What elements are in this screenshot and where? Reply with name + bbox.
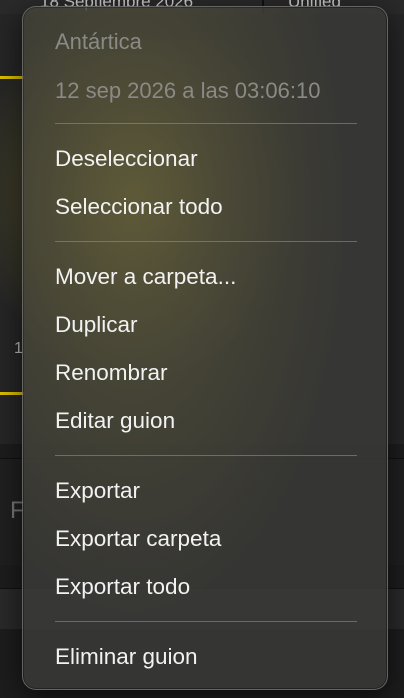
- menu-separator: [55, 123, 357, 124]
- menu-item-delete-script[interactable]: Eliminar guion: [33, 637, 379, 677]
- context-menu: Antártica 12 sep 2026 a las 03:06:10 Des…: [22, 6, 388, 690]
- screen: 18 Septiembre 2026 Unified 1 F Antártica…: [0, 0, 404, 698]
- menu-separator: [55, 455, 357, 456]
- menu-item-export[interactable]: Exportar: [33, 471, 379, 511]
- menu-item-select-all[interactable]: Seleccionar todo: [33, 187, 379, 227]
- menu-item-edit-script[interactable]: Editar guion: [33, 401, 379, 441]
- menu-item-rename[interactable]: Renombrar: [33, 353, 379, 393]
- menu-item-export-all[interactable]: Exportar todo: [33, 567, 379, 607]
- menu-item-deselect[interactable]: Deseleccionar: [33, 139, 379, 179]
- menu-header-location: Antártica: [55, 29, 142, 54]
- menu-item-duplicate[interactable]: Duplicar: [33, 305, 379, 345]
- menu-separator: [55, 241, 357, 242]
- menu-header-timestamp: 12 sep 2026 a las 03:06:10: [55, 78, 321, 103]
- menu-separator: [55, 621, 357, 622]
- background-accent-line-top: [0, 76, 24, 79]
- background-accent-line-bottom: [0, 392, 24, 395]
- menu-item-export-folder[interactable]: Exportar carpeta: [33, 519, 379, 559]
- menu-item-move-to-folder[interactable]: Mover a carpeta...: [33, 257, 379, 297]
